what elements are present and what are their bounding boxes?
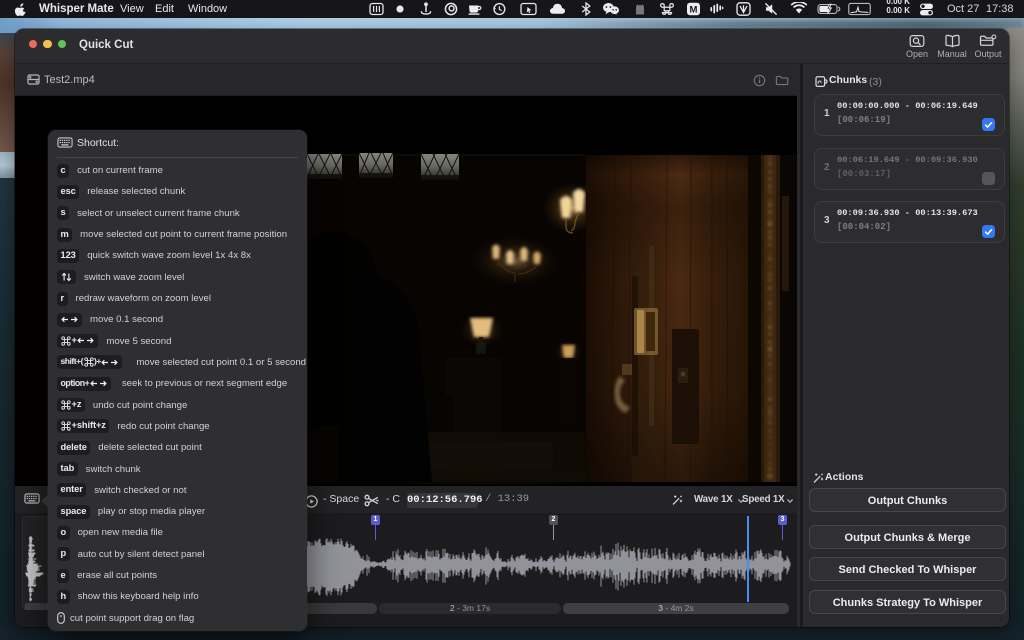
svg-text:M: M <box>690 4 698 15</box>
